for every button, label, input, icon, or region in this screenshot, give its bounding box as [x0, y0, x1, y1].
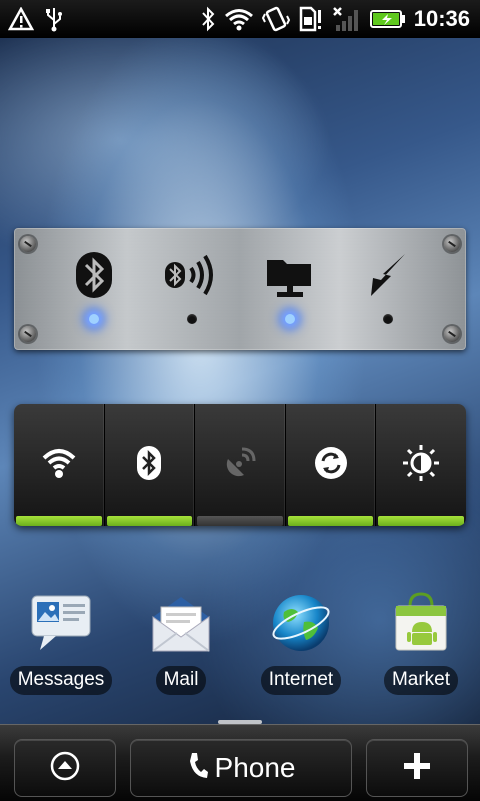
app-shortcut-messages[interactable]: Messages: [6, 590, 116, 695]
network-share-led: [285, 314, 295, 324]
app-drawer-button[interactable]: [14, 739, 116, 797]
screw: [444, 236, 460, 252]
bluetooth-toggle[interactable]: [105, 404, 196, 526]
dock: Phone: [0, 720, 480, 801]
app-drawer-icon: [49, 750, 81, 786]
brightness-toggle[interactable]: [376, 404, 466, 526]
brightness-state-bar: [378, 516, 464, 526]
clock: 10:36: [413, 6, 470, 31]
gps-led: [383, 314, 393, 324]
bluetooth-discoverable-toggle[interactable]: [152, 250, 232, 340]
sim-alert-icon: [298, 6, 324, 32]
wifi-toggle[interactable]: [14, 404, 105, 526]
add-button[interactable]: [366, 739, 468, 797]
bluetooth-toggle[interactable]: [54, 250, 134, 340]
gps-arrow-icon: [363, 250, 413, 304]
screw: [20, 236, 36, 252]
phone-button[interactable]: Phone: [130, 739, 352, 797]
app-label: Internet: [260, 666, 342, 695]
bluetooth-icon: [74, 250, 114, 304]
sync-toggle[interactable]: [286, 404, 377, 526]
market-icon: [388, 590, 454, 656]
brightness-icon: [402, 444, 440, 486]
wifi-icon: [224, 7, 254, 31]
wifi-icon: [41, 446, 77, 484]
bluetooth-discoverable-led: [187, 314, 197, 324]
usb-icon: [44, 6, 64, 32]
gps-state-bar: [197, 516, 283, 526]
mail-icon: [148, 590, 214, 656]
app-label: Mail: [155, 666, 207, 695]
app-label: Market: [383, 666, 459, 695]
bluetooth-icon: [200, 6, 216, 32]
dock-handle[interactable]: [218, 720, 262, 724]
phone-handset-icon: [187, 751, 209, 785]
gps-toggle[interactable]: [195, 404, 286, 526]
status-bar[interactable]: 10:36: [0, 0, 480, 38]
bluetooth-state-bar: [106, 516, 193, 526]
bluetooth-icon: [135, 445, 163, 485]
sync-state-bar: [287, 516, 374, 526]
gps-toggle[interactable]: [348, 250, 428, 340]
settings-widget: [14, 228, 466, 350]
messages-icon: [28, 590, 94, 656]
app-shortcut-market[interactable]: Market: [366, 590, 476, 695]
satellite-icon: [222, 445, 258, 485]
battery-charging-icon: [369, 9, 406, 29]
no-signal-icon: [332, 5, 362, 33]
warning-icon: [8, 7, 34, 31]
vibrate-icon: [261, 6, 290, 32]
sync-icon: [313, 445, 349, 485]
screw: [20, 326, 36, 342]
bluetooth-led: [89, 314, 99, 324]
app-shortcut-mail[interactable]: Mail: [126, 590, 236, 695]
app-shortcut-internet[interactable]: Internet: [246, 590, 356, 695]
globe-icon: [268, 590, 334, 656]
power-control-widget: [14, 404, 466, 526]
screw: [444, 326, 460, 342]
wifi-state-bar: [16, 516, 102, 526]
phone-label: Phone: [214, 752, 296, 783]
network-folder-icon: [263, 250, 317, 304]
bluetooth-broadcast-icon: [161, 250, 223, 304]
network-share-toggle[interactable]: [250, 250, 330, 340]
add-icon: [402, 751, 432, 785]
app-label: Messages: [9, 666, 113, 695]
